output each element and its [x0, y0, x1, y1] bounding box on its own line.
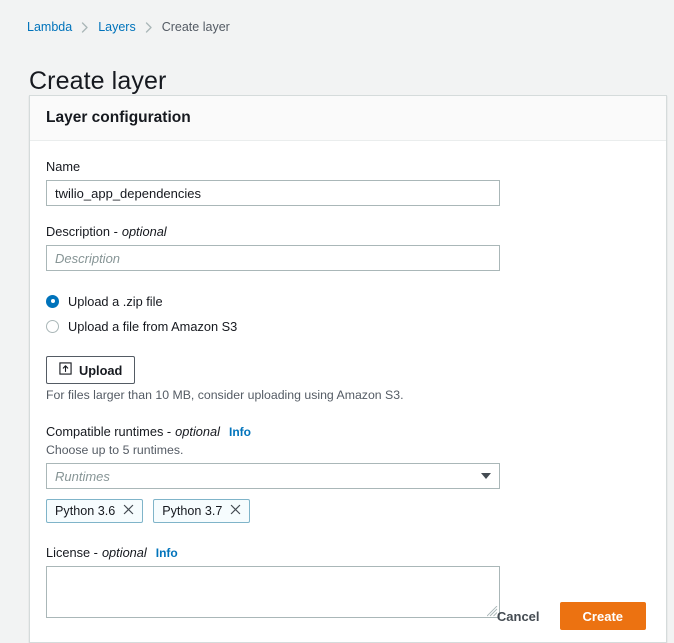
radio-option-upload-s3-label: Upload a file from Amazon S3 [68, 318, 238, 334]
upload-icon [59, 362, 72, 378]
radio-option-upload-zip-label: Upload a .zip file [68, 293, 163, 309]
runtime-token: Python 3.6 [46, 499, 144, 523]
license-info-link[interactable]: Info [156, 546, 178, 560]
compatible-runtimes-info-link[interactable]: Info [229, 425, 251, 439]
compatible-runtimes-label: Compatible runtimes - optional Info [46, 424, 650, 439]
breadcrumb-item-create-layer: Create layer [161, 20, 230, 34]
name-label-text: Name [46, 159, 81, 174]
license-label-text: License - [46, 545, 98, 560]
upload-block: Upload For files larger than 10 MB, cons… [46, 356, 650, 402]
upload-button[interactable]: Upload [46, 356, 136, 384]
runtime-token-label: Python 3.7 [162, 504, 223, 518]
runtime-token: Python 3.7 [153, 499, 251, 523]
description-input[interactable] [46, 245, 500, 271]
card-body: Name Description - optional Upload a .zi… [30, 141, 666, 642]
radio-option-upload-s3[interactable]: Upload a file from Amazon S3 [46, 316, 650, 336]
description-field-group: Description - optional [46, 224, 650, 271]
radio-unselected-icon [46, 319, 59, 333]
compatible-runtimes-optional-tag: optional [175, 424, 220, 439]
name-field-group: Name [46, 159, 650, 206]
upload-button-label: Upload [79, 362, 123, 378]
page-title: Create layer [29, 66, 167, 95]
chevron-down-icon[interactable] [481, 473, 491, 479]
license-optional-tag: optional [101, 545, 147, 560]
license-textarea-wrap [46, 566, 500, 618]
description-label-text: Description - [46, 224, 118, 239]
card-header: Layer configuration [30, 96, 666, 141]
cancel-button[interactable]: Cancel [495, 604, 542, 629]
description-optional-tag: optional [121, 224, 167, 239]
runtime-token-list: Python 3.6 Python 3.7 [46, 499, 650, 523]
runtimes-select-wrap: Runtimes [46, 463, 500, 489]
name-label: Name [46, 159, 650, 174]
remove-token-icon[interactable] [230, 504, 241, 518]
chevron-right-icon [145, 21, 153, 33]
runtime-token-label: Python 3.6 [55, 504, 116, 518]
upload-source-radio-group: Upload a .zip file Upload a file from Am… [46, 291, 650, 336]
upload-helper-text: For files larger than 10 MB, consider up… [46, 388, 404, 402]
create-button[interactable]: Create [559, 602, 646, 630]
footer-actions: Cancel Create [495, 602, 646, 630]
name-input[interactable] [46, 180, 500, 206]
compatible-runtimes-group: Compatible runtimes - optional Info Choo… [46, 424, 650, 523]
breadcrumb-item-layers[interactable]: Layers [98, 20, 136, 34]
license-label: License - optional Info [46, 545, 650, 560]
runtimes-select-placeholder: Runtimes [55, 468, 110, 484]
compatible-runtimes-label-text: Compatible runtimes - [46, 424, 172, 439]
layer-configuration-card: Layer configuration Name Description - o… [29, 95, 667, 643]
breadcrumb-item-lambda[interactable]: Lambda [27, 20, 72, 34]
compatible-runtimes-sublabel: Choose up to 5 runtimes. [46, 443, 184, 457]
license-textarea[interactable] [46, 566, 500, 618]
breadcrumb: Lambda Layers Create layer [27, 18, 230, 36]
chevron-right-icon [81, 21, 89, 33]
radio-option-upload-zip[interactable]: Upload a .zip file [46, 291, 650, 311]
remove-token-icon[interactable] [123, 504, 134, 518]
card-header-title: Layer configuration [46, 109, 191, 126]
description-label: Description - optional [46, 224, 650, 239]
radio-selected-icon [46, 294, 59, 308]
runtimes-select[interactable]: Runtimes [46, 463, 500, 489]
